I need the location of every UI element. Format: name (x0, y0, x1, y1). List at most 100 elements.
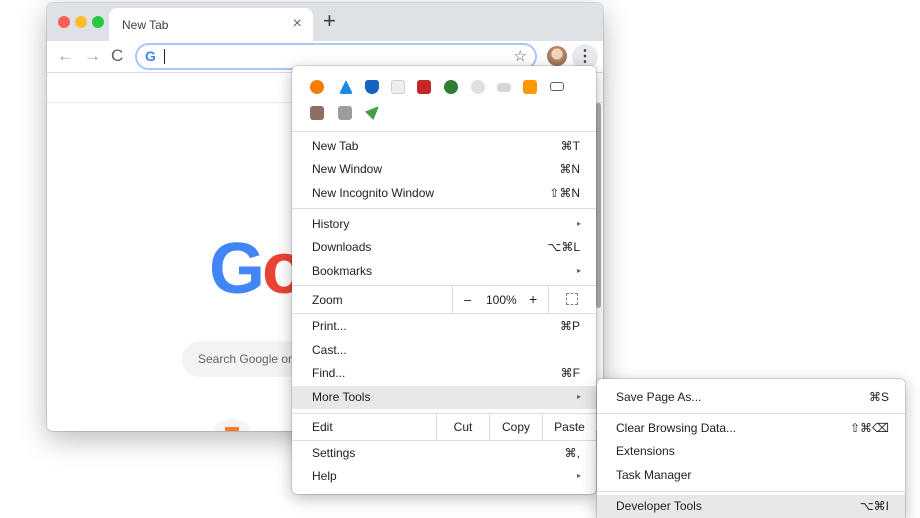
menu-item-label: Settings (312, 446, 356, 460)
more-tools-submenu: Save Page As... ⌘S Clear Browsing Data...… (597, 379, 905, 518)
profile-avatar[interactable] (547, 46, 567, 66)
back-icon[interactable]: ← (57, 46, 74, 66)
menu-item-print[interactable]: Print... ⌘P (292, 315, 596, 338)
chrome-menu: New Tab ⌘T New Window ⌘N New Incognito Win… (292, 66, 596, 494)
laptop-icon[interactable] (550, 82, 564, 91)
menu-item-more-tools[interactable]: More Tools ▸ (292, 386, 596, 409)
menu-item-history[interactable]: History ▸ (292, 213, 596, 236)
tab-title: New Tab (122, 18, 169, 32)
submenu-item-developer-tools[interactable]: Developer Tools ⌥⌘I (597, 495, 905, 518)
extension-icons-row-2 (310, 102, 580, 124)
menu-item-shortcut: ⌥⌘L (547, 240, 580, 254)
menu-item-label: Downloads (312, 240, 372, 254)
shield-icon[interactable] (365, 80, 379, 94)
menu-item-new-incognito-window[interactable]: New Incognito Window ⇧⌘N (292, 182, 596, 205)
orange-chart-icon[interactable] (523, 80, 537, 94)
submenu-arrow-icon: ▸ (576, 219, 581, 228)
menu-item-shortcut: ⌘T (560, 139, 580, 153)
gray-box-icon[interactable] (497, 83, 511, 92)
menu-item-shortcut: ⌘F (560, 366, 580, 380)
menu-separator (292, 131, 596, 132)
menu-separator (292, 440, 596, 441)
zoom-level: 100% (486, 293, 517, 307)
minimize-window-button[interactable] (75, 16, 87, 28)
avast-icon[interactable] (310, 80, 324, 94)
submenu-arrow-icon: ▸ (576, 471, 581, 480)
menu-item-find[interactable]: Find... ⌘F (292, 362, 596, 385)
scrollbar-thumb[interactable] (596, 103, 601, 308)
menu-item-label: Print... (312, 319, 347, 333)
submenu-item-shortcut: ⇧⌘⌫ (849, 421, 889, 435)
menu-item-shortcut: ⇧⌘N (549, 186, 580, 200)
menu-item-downloads[interactable]: Downloads ⌥⌘L (292, 236, 596, 259)
google-logo: Go (209, 233, 306, 305)
submenu-item-label: Task Manager (616, 468, 692, 482)
menu-item-bookmarks[interactable]: Bookmarks ▸ (292, 260, 596, 283)
vector-icon[interactable] (339, 80, 353, 94)
fullscreen-icon[interactable] (566, 293, 578, 305)
green-check-icon[interactable] (444, 80, 458, 94)
red-square-icon[interactable] (417, 80, 431, 94)
logo-letter-g: G (209, 229, 265, 309)
submenu-item-shortcut: ⌥⌘I (859, 499, 889, 513)
bookmark-star-icon[interactable]: ☆ (514, 47, 527, 65)
menu-item-label: New Tab (312, 139, 359, 153)
submenu-item-label: Extensions (616, 444, 675, 458)
submenu-arrow-icon: ▸ (576, 266, 581, 275)
submenu-arrow-icon: ▸ (576, 392, 581, 401)
copy-button[interactable]: Copy (489, 414, 542, 440)
edit-label: Edit (312, 420, 333, 434)
menu-item-shortcut: ⌘P (559, 319, 580, 333)
rocket-icon[interactable] (365, 106, 379, 120)
f-icon[interactable] (338, 106, 352, 120)
tab-new-tab[interactable]: New Tab × (109, 8, 313, 41)
extension-icons-row-1 (310, 76, 580, 98)
submenu-item-save-page-as[interactable]: Save Page As... ⌘S (597, 386, 905, 409)
menu-item-help[interactable]: Help ▸ (292, 465, 596, 488)
submenu-item-label: Save Page As... (616, 390, 702, 404)
menu-item-new-window[interactable]: New Window ⌘N (292, 158, 596, 181)
forward-icon[interactable]: → (84, 46, 101, 66)
maximize-window-button[interactable] (92, 16, 104, 28)
menu-item-cast[interactable]: Cast... (292, 339, 596, 362)
menu-separator (597, 491, 905, 492)
submenu-item-clear-browsing-data[interactable]: Clear Browsing Data... ⇧⌘⌫ (597, 417, 905, 440)
menu-separator (292, 208, 596, 209)
cut-button[interactable]: Cut (436, 414, 489, 440)
close-window-button[interactable] (58, 16, 70, 28)
zoom-label: Zoom (312, 293, 343, 307)
menu-item-label: New Incognito Window (312, 186, 435, 200)
notebook-icon[interactable] (310, 106, 324, 120)
menu-item-shortcut: ⌘N (559, 162, 580, 176)
search-placeholder: Search Google or (198, 352, 293, 366)
menu-item-label: New Window (312, 162, 383, 176)
submenu-item-shortcut: ⌘S (868, 390, 889, 404)
new-tab-button[interactable]: + (323, 10, 336, 32)
zoom-out-button[interactable]: – (464, 292, 471, 307)
zoom-in-button[interactable]: + (529, 291, 537, 307)
submenu-item-task-manager[interactable]: Task Manager (597, 464, 905, 487)
menu-item-label: Help (312, 469, 337, 483)
edit-row: Edit Cut Copy Paste (292, 414, 596, 440)
menu-separator (292, 313, 596, 314)
menu-item-new-tab[interactable]: New Tab ⌘T (292, 135, 596, 158)
zoom-row: Zoom – 100% + (292, 286, 596, 313)
paste-button[interactable]: Paste (542, 414, 596, 440)
submenu-item-label: Clear Browsing Data... (616, 421, 737, 435)
tab-close-icon[interactable]: × (293, 15, 302, 33)
menu-item-settings[interactable]: Settings ⌘, (292, 442, 596, 465)
submenu-item-label: Developer Tools (616, 499, 702, 513)
menu-item-shortcut: ⌘, (564, 446, 580, 460)
shortcut-tile[interactable] (214, 419, 250, 431)
google-g-icon: G (145, 48, 156, 64)
menu-item-label: More Tools (312, 390, 371, 404)
menu-item-label: Bookmarks (312, 264, 373, 278)
reload-icon[interactable]: C (111, 46, 123, 66)
submenu-item-extensions[interactable]: Extensions (597, 440, 905, 463)
tab-strip: New Tab × + (47, 3, 603, 41)
menu-item-label: History (312, 217, 350, 231)
clip-icon[interactable] (471, 80, 485, 94)
menu-item-label: Cast... (312, 343, 347, 357)
menu-item-label: Find... (312, 366, 346, 380)
blank-extension-icon[interactable] (391, 80, 405, 94)
